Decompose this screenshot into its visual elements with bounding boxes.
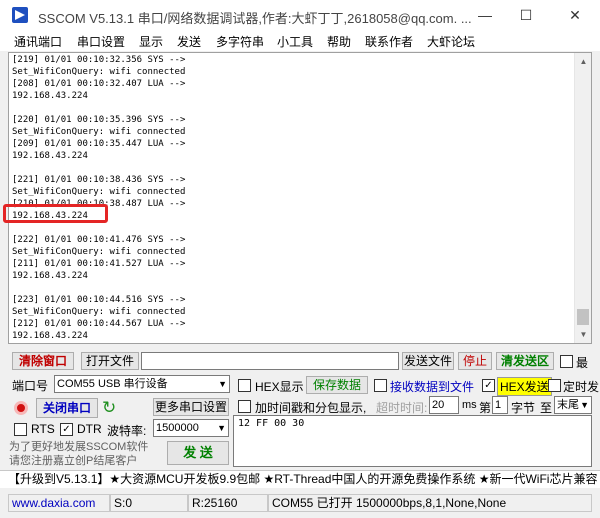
menu-comm-port[interactable]: 通讯端口 xyxy=(14,33,62,50)
news-ticker[interactable]: 【升级到V5.13.1】★大资源MCU开发板9.9包邮 ★RT-Thread中国… xyxy=(0,470,600,488)
menu-help[interactable]: 帮助 xyxy=(327,33,351,50)
log-text: [219] 01/01 00:10:32.356 SYS --> Set_Wifi… xyxy=(12,54,185,342)
port-status-text: COM55 已打开 1500000bps,8,1,None,None xyxy=(268,494,592,512)
baud-select[interactable]: 1500000 ▼ xyxy=(153,419,229,437)
menu-contact-author[interactable]: 联系作者 xyxy=(365,33,413,50)
log-line: [211] 01/01 00:10:41.527 LUA --> xyxy=(12,259,186,269)
timed-send-checkbox[interactable] xyxy=(548,379,561,392)
port-select[interactable]: COM55 USB 串行设备 ▼ xyxy=(54,375,230,393)
log-line: 192.168.43.224 xyxy=(12,91,88,101)
ms-label: ms xyxy=(462,399,477,411)
log-line: [223] 01/01 00:10:44.516 SYS --> xyxy=(12,295,186,305)
hex-send-checkbox[interactable]: ✓ xyxy=(482,379,495,392)
dtr-label: DTR xyxy=(77,422,102,436)
tail-select[interactable]: 末尾 ▼ xyxy=(554,396,592,414)
promo-line-2[interactable]: 请您注册嘉立创P结尾客户 xyxy=(9,455,137,468)
file-path-input[interactable] xyxy=(141,352,399,370)
log-line: Set_WifiConQuery: wifi connected xyxy=(12,187,186,197)
more-settings-button[interactable]: 更多串口设置 xyxy=(153,398,229,416)
timestamp-checkbox[interactable] xyxy=(238,400,251,413)
baud-label: 波特率: xyxy=(107,424,147,438)
rts-checkbox[interactable] xyxy=(14,423,27,436)
chevron-down-icon: ▼ xyxy=(217,423,226,433)
rts-label: RTS xyxy=(31,422,55,436)
timed-send-label: 定时发 xyxy=(563,380,600,394)
log-line: 192.168.43.224 xyxy=(12,271,88,281)
promo-line-1[interactable]: 为了更好地发展SSCOM软件 xyxy=(9,441,148,454)
nth-input[interactable]: 1 xyxy=(492,396,508,414)
log-line: Set_WifiConQuery: wifi connected xyxy=(12,307,186,317)
hex-display-label: HEX显示 xyxy=(255,380,304,394)
last-label: 最 xyxy=(576,356,589,370)
recv-to-file-label[interactable]: 接收数据到文件 xyxy=(390,378,474,395)
recv-to-file-checkbox[interactable] xyxy=(374,379,387,392)
save-data-button[interactable]: 保存数据 xyxy=(306,376,368,394)
log-line: 192.168.43.224 xyxy=(12,151,88,161)
received-count: R:25160 xyxy=(188,494,268,512)
log-line: Set_WifiConQuery: wifi connected xyxy=(12,67,186,77)
menu-serial-settings[interactable]: 串口设置 xyxy=(77,33,125,50)
window-title: SSCOM V5.13.1 串口/网络数据调试器,作者:大虾丁丁,2618058… xyxy=(38,11,472,26)
menu-display[interactable]: 显示 xyxy=(139,33,163,50)
log-line: Set_WifiConQuery: wifi connected xyxy=(12,247,186,257)
hex-display-checkbox[interactable] xyxy=(238,379,251,392)
receive-log[interactable]: [219] 01/01 00:10:32.356 SYS --> Set_Wifi… xyxy=(8,52,592,344)
app-icon xyxy=(12,7,28,23)
timeout-input[interactable]: 20 xyxy=(429,396,459,414)
chevron-down-icon: ▼ xyxy=(580,400,589,410)
log-line: [212] 01/01 00:10:44.567 LUA --> xyxy=(12,319,186,329)
close-button[interactable]: ✕ xyxy=(552,0,598,30)
bytes-label: 字节 xyxy=(511,401,536,415)
log-line: [221] 01/01 00:10:38.436 SYS --> xyxy=(12,175,186,185)
scroll-down-icon[interactable]: ▼ xyxy=(575,326,591,343)
menu-tools[interactable]: 小工具 xyxy=(277,33,313,50)
maximize-button[interactable]: ☐ xyxy=(503,0,549,30)
send-input[interactable]: 12 FF 00 30 xyxy=(233,415,592,467)
timestamp-label: 加时间戳和分包显示, xyxy=(255,401,367,415)
clear-send-button[interactable]: 清发送区 xyxy=(496,352,554,370)
highlight-box xyxy=(3,204,108,223)
port-status-icon xyxy=(14,401,28,415)
hex-send-label: HEX发送 xyxy=(497,377,552,396)
refresh-icon[interactable]: ↻ xyxy=(102,398,124,418)
website-link[interactable]: www.daxia.com xyxy=(8,494,110,512)
title-bar[interactable]: SSCOM V5.13.1 串口/网络数据调试器,作者:大虾丁丁,2618058… xyxy=(0,0,600,30)
log-line: [219] 01/01 00:10:32.356 SYS --> xyxy=(12,55,186,65)
nth-label: 第 xyxy=(479,401,492,415)
to-label: 至 xyxy=(540,401,553,415)
log-line: [220] 01/01 00:10:35.396 SYS --> xyxy=(12,115,186,125)
baud-value: 1500000 xyxy=(156,422,199,434)
close-port-button[interactable]: 关闭串口 xyxy=(36,398,98,418)
log-line: [208] 01/01 00:10:32.407 LUA --> xyxy=(12,79,186,89)
clear-window-button[interactable]: 清除窗口 xyxy=(12,352,74,370)
last-checkbox[interactable] xyxy=(560,355,573,368)
sent-count: S:0 xyxy=(110,494,188,512)
log-line: Set_WifiConQuery: wifi connected xyxy=(12,127,186,137)
log-line: [209] 01/01 00:10:35.447 LUA --> xyxy=(12,139,186,149)
log-line: [222] 01/01 00:10:41.476 SYS --> xyxy=(12,235,186,245)
log-line: 192.168.43.224 xyxy=(12,331,88,341)
chevron-down-icon: ▼ xyxy=(218,379,227,389)
timeout-label: 超时时间: xyxy=(376,401,428,415)
open-file-button[interactable]: 打开文件 xyxy=(81,352,139,370)
scroll-up-icon[interactable]: ▲ xyxy=(575,53,591,70)
send-file-button[interactable]: 发送文件 xyxy=(402,352,454,370)
send-button[interactable]: 发 送 xyxy=(167,441,229,465)
stop-button[interactable]: 停止 xyxy=(458,352,492,370)
tail-value: 末尾 xyxy=(557,399,579,411)
minimize-button[interactable]: — xyxy=(462,0,508,30)
port-label: 端口号 xyxy=(12,379,49,393)
port-value: COM55 USB 串行设备 xyxy=(57,378,168,390)
menu-forum[interactable]: 大虾论坛 xyxy=(427,33,475,50)
menu-multi-string[interactable]: 多字符串 xyxy=(216,33,264,50)
log-scrollbar[interactable]: ▲ ▼ xyxy=(574,53,591,343)
scroll-thumb[interactable] xyxy=(577,309,589,325)
menu-send[interactable]: 发送 xyxy=(177,33,201,50)
dtr-checkbox[interactable]: ✓ xyxy=(60,423,73,436)
